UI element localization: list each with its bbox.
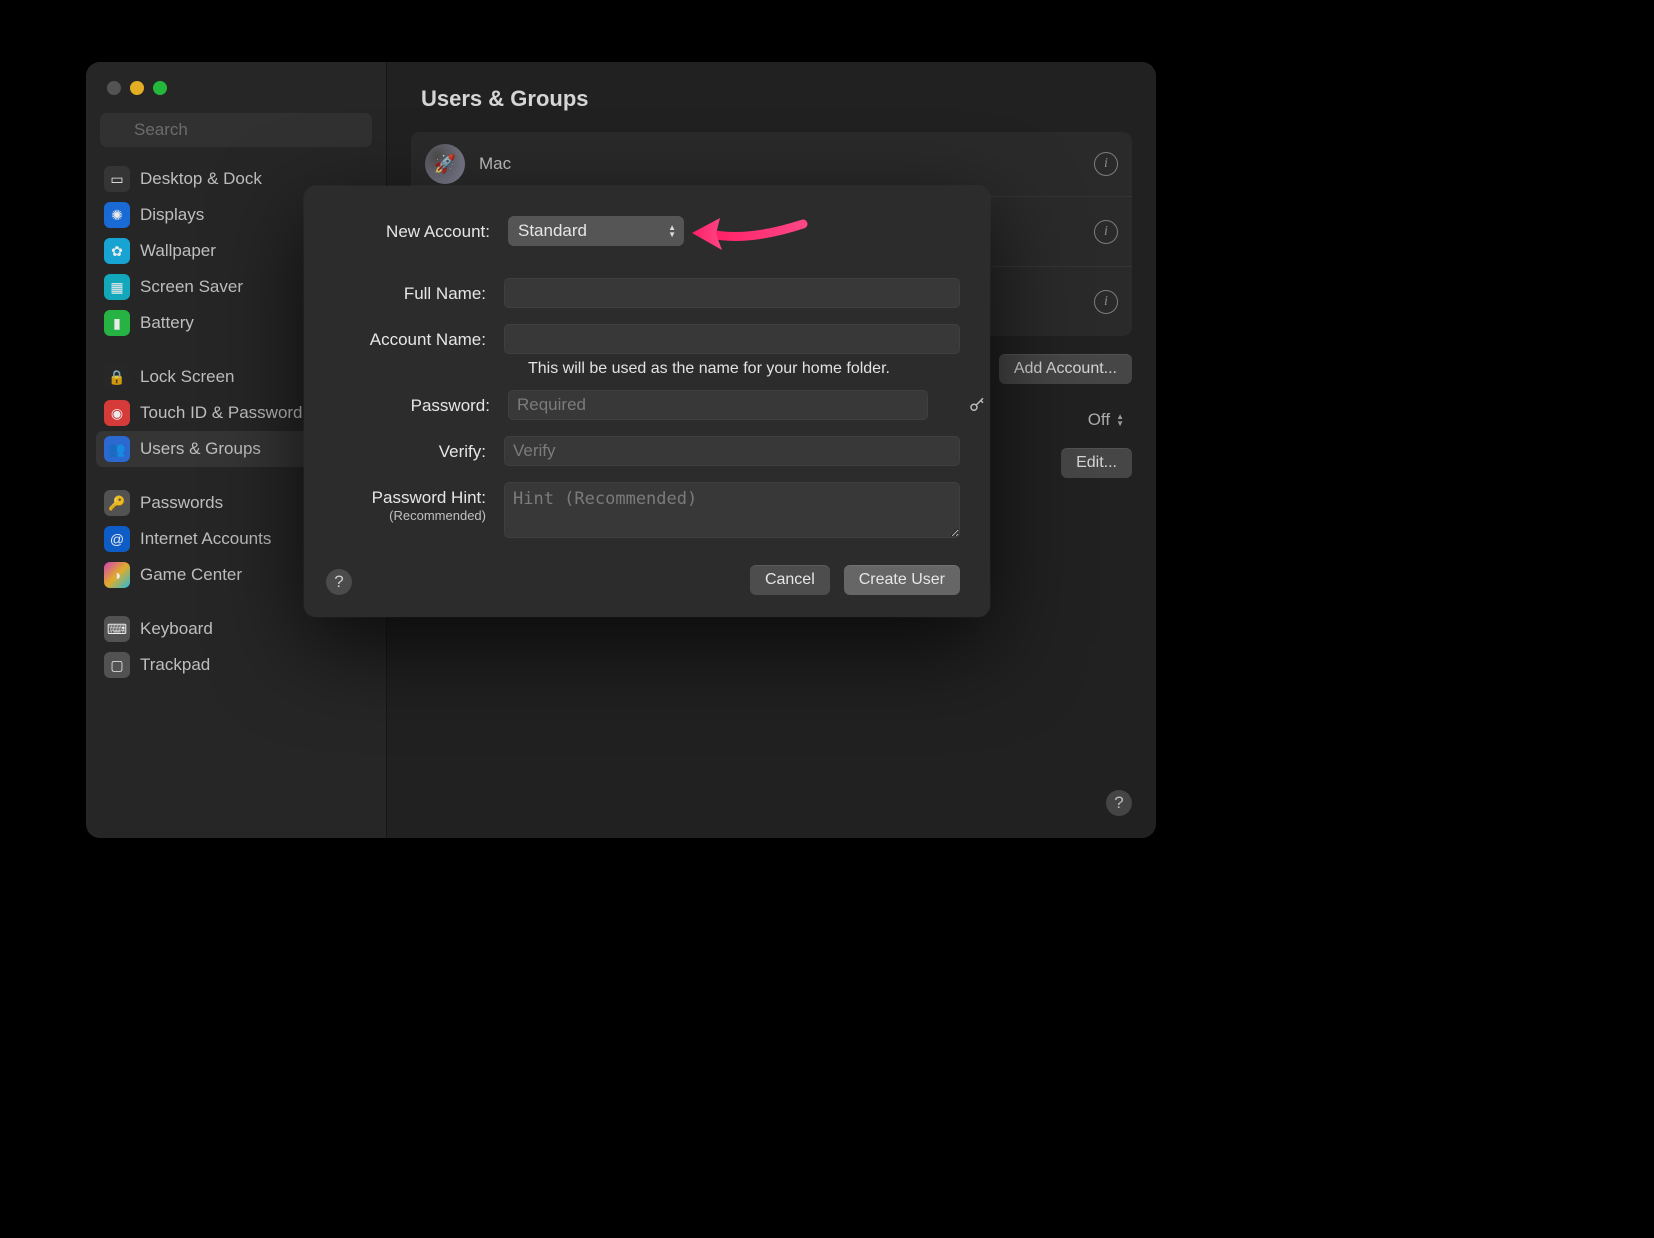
create-user-sheet: New Account: Standard ▲▼ Full Name: Acco… — [304, 186, 990, 617]
screensaver-icon: ▦ — [104, 274, 130, 300]
keyboard-icon: ⌨ — [104, 616, 130, 642]
password-hint-field[interactable] — [504, 482, 960, 538]
sidebar-item-label: Keyboard — [140, 619, 213, 639]
user-info-button[interactable]: i — [1094, 220, 1118, 244]
chevron-updown-icon: ▲▼ — [1116, 413, 1124, 427]
close-window-button[interactable] — [107, 81, 121, 95]
full-name-field[interactable] — [504, 278, 960, 308]
account-name-field[interactable] — [504, 324, 960, 354]
auto-login-value: Off — [1088, 410, 1110, 430]
key-icon[interactable] — [968, 396, 986, 414]
sidebar-item-label: Game Center — [140, 565, 242, 585]
user-name: Mac — [479, 154, 1080, 174]
search-field-wrap — [86, 95, 386, 155]
account-name-label: Account Name: — [334, 324, 486, 350]
flower-icon: ✿ — [104, 238, 130, 264]
sheet-help-button[interactable]: ? — [326, 569, 352, 595]
search-input[interactable] — [100, 113, 372, 147]
password-field[interactable] — [508, 390, 928, 420]
sidebar-item-label: Trackpad — [140, 655, 210, 675]
add-account-button[interactable]: Add Account... — [999, 354, 1132, 384]
battery-icon: ▮ — [104, 310, 130, 336]
desktop-icon: ▭ — [104, 166, 130, 192]
edit-button[interactable]: Edit... — [1061, 448, 1132, 478]
sidebar-item-label: Lock Screen — [140, 367, 235, 387]
password-hint-sublabel: (Recommended) — [334, 508, 486, 523]
page-title: Users & Groups — [411, 62, 1132, 132]
password-label: Password: — [334, 390, 490, 416]
sidebar-item-label: Wallpaper — [140, 241, 216, 261]
at-icon: @ — [104, 526, 130, 552]
verify-label: Verify: — [334, 436, 486, 462]
sidebar-item-label: Battery — [140, 313, 194, 333]
full-name-label: Full Name: — [334, 278, 486, 304]
minimize-window-button[interactable] — [130, 81, 144, 95]
user-info-button[interactable]: i — [1094, 290, 1118, 314]
sidebar-item-label: Passwords — [140, 493, 223, 513]
account-name-hint: This will be used as the name for your h… — [504, 354, 960, 378]
verify-field[interactable] — [504, 436, 960, 466]
sidebar-item-label: Touch ID & Password — [140, 403, 303, 423]
sidebar-item-label: Displays — [140, 205, 204, 225]
user-info-button[interactable]: i — [1094, 152, 1118, 176]
avatar — [425, 144, 465, 184]
lock-icon: 🔒 — [104, 364, 130, 390]
sidebar-item-label: Desktop & Dock — [140, 169, 262, 189]
cancel-button[interactable]: Cancel — [750, 565, 830, 595]
sidebar-item-trackpad[interactable]: ▢ Trackpad — [96, 647, 376, 683]
sidebar-item-label: Users & Groups — [140, 439, 261, 459]
annotation-arrow-icon — [688, 212, 808, 254]
sidebar-item-label: Screen Saver — [140, 277, 243, 297]
create-user-button[interactable]: Create User — [844, 565, 960, 595]
trackpad-icon: ▢ — [104, 652, 130, 678]
password-hint-label: Password Hint: (Recommended) — [334, 482, 486, 523]
new-account-type-value: Standard — [518, 221, 587, 240]
new-account-label: New Account: — [334, 216, 490, 242]
zoom-window-button[interactable] — [153, 81, 167, 95]
sun-icon: ✺ — [104, 202, 130, 228]
fingerprint-icon: ◉ — [104, 400, 130, 426]
users-icon: 👥 — [104, 436, 130, 462]
auto-login-popup[interactable]: Off ▲▼ — [1088, 410, 1124, 430]
chevron-updown-icon: ▲▼ — [668, 224, 676, 238]
sidebar-item-label: Internet Accounts — [140, 529, 271, 549]
new-account-type-popup[interactable]: Standard ▲▼ — [508, 216, 684, 246]
game-center-icon: ◑ — [104, 562, 130, 588]
key-icon: 🔑 — [104, 490, 130, 516]
window-controls — [86, 62, 386, 95]
help-button[interactable]: ? — [1106, 790, 1132, 816]
